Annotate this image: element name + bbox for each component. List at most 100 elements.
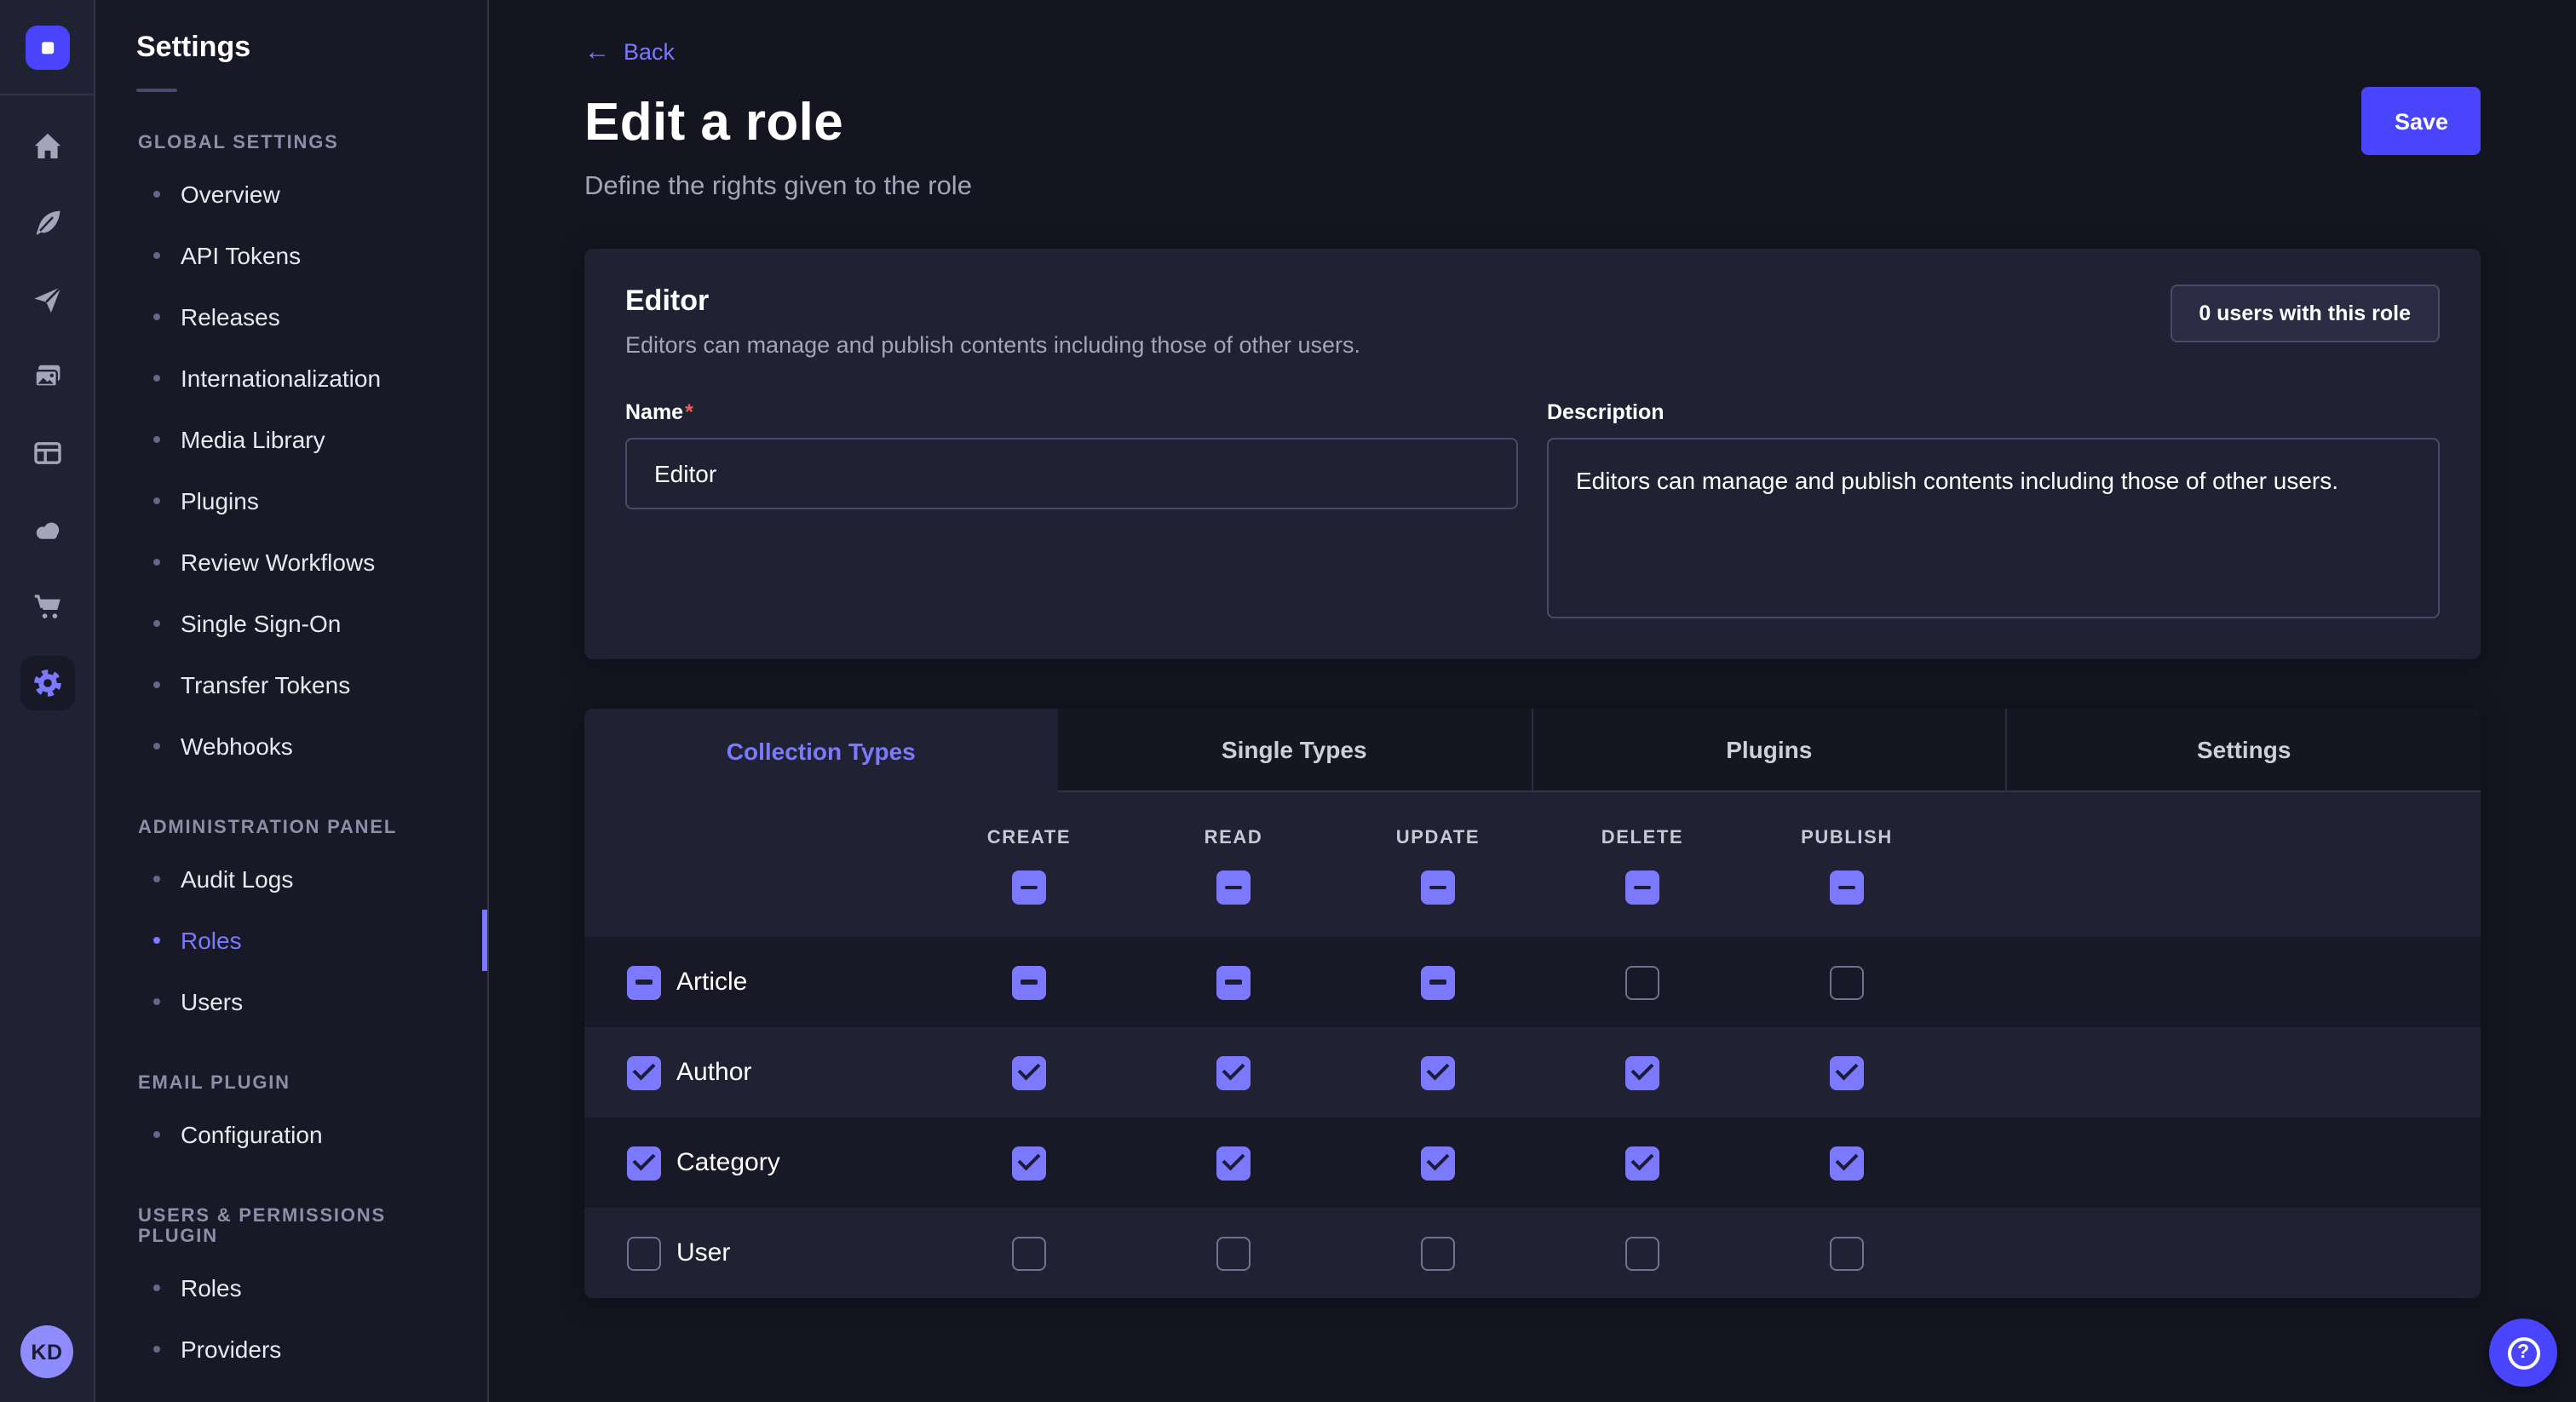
media-icon-button[interactable] bbox=[20, 349, 74, 404]
bullet-icon bbox=[153, 313, 160, 320]
user-update-checkbox[interactable] bbox=[1421, 1236, 1455, 1270]
author-update-checkbox[interactable] bbox=[1421, 1055, 1455, 1089]
row-label: Author bbox=[676, 1058, 751, 1087]
row-article-checkbox[interactable] bbox=[627, 965, 661, 999]
strapi-logo[interactable] bbox=[25, 26, 69, 70]
subnav-item-audit-logs[interactable]: Audit Logs bbox=[95, 848, 487, 910]
author-create-checkbox[interactable] bbox=[1012, 1055, 1046, 1089]
column-header-update: UPDATE bbox=[1396, 828, 1480, 848]
gear-icon-button[interactable] bbox=[20, 656, 74, 710]
author-read-checkbox[interactable] bbox=[1216, 1055, 1251, 1089]
subnav-item-plugins[interactable]: Plugins bbox=[95, 470, 487, 531]
save-button[interactable]: Save bbox=[2362, 87, 2481, 155]
layout-icon-button[interactable] bbox=[20, 426, 74, 480]
row-label: User bbox=[676, 1238, 730, 1267]
subnav-item-webhooks[interactable]: Webhooks bbox=[95, 715, 487, 777]
subnav-item-configuration[interactable]: Configuration bbox=[95, 1104, 487, 1165]
row-label: Article bbox=[676, 968, 747, 997]
permissions-table-header: CREATEREADUPDATEDELETEPUBLISH bbox=[584, 792, 2481, 937]
user-publish-checkbox[interactable] bbox=[1830, 1236, 1864, 1270]
tab-single-types[interactable]: Single Types bbox=[1058, 709, 1532, 792]
subnav-item-media-library[interactable]: Media Library bbox=[95, 409, 487, 470]
category-create-checkbox[interactable] bbox=[1012, 1146, 1046, 1180]
description-field-label: Description bbox=[1547, 400, 2440, 424]
subnav-item-review-workflows[interactable]: Review Workflows bbox=[95, 531, 487, 593]
select-all-create-checkbox[interactable] bbox=[1012, 871, 1046, 905]
rail-icons bbox=[20, 119, 74, 710]
name-field-label: Name* bbox=[625, 400, 1518, 424]
permissions-table-body: Article Author Category User bbox=[584, 937, 2481, 1298]
column-header-delete: DELETE bbox=[1601, 828, 1683, 848]
row-author-checkbox[interactable] bbox=[627, 1055, 661, 1089]
bullet-icon bbox=[153, 743, 160, 750]
feather-icon-button[interactable] bbox=[20, 196, 74, 250]
bullet-icon bbox=[153, 998, 160, 1005]
bullet-icon bbox=[153, 436, 160, 443]
subnav-item-providers[interactable]: Providers bbox=[95, 1319, 487, 1380]
role-details-card: Editor Editors can manage and publish co… bbox=[584, 249, 2481, 659]
users-with-role-button[interactable]: 0 users with this role bbox=[2170, 284, 2440, 342]
tab-plugins[interactable]: Plugins bbox=[1531, 709, 2006, 792]
subnav-item-single-sign-on[interactable]: Single Sign-On bbox=[95, 593, 487, 654]
subnav-item-api-tokens[interactable]: API Tokens bbox=[95, 225, 487, 286]
help-button[interactable]: ? bbox=[2489, 1319, 2557, 1387]
article-update-checkbox[interactable] bbox=[1421, 965, 1455, 999]
subnav-item-releases[interactable]: Releases bbox=[95, 286, 487, 348]
bullet-icon bbox=[153, 620, 160, 627]
permissions-card: Collection TypesSingle TypesPluginsSetti… bbox=[584, 709, 2481, 1298]
role-name-input[interactable] bbox=[625, 438, 1518, 509]
tab-settings[interactable]: Settings bbox=[2006, 709, 2481, 792]
bullet-icon bbox=[153, 252, 160, 259]
user-read-checkbox[interactable] bbox=[1216, 1236, 1251, 1270]
subnav-section-header-administration-panel: ADMINISTRATION PANEL bbox=[95, 777, 487, 848]
paper-plane-icon-button[interactable] bbox=[20, 273, 74, 327]
article-create-checkbox[interactable] bbox=[1012, 965, 1046, 999]
category-read-checkbox[interactable] bbox=[1216, 1146, 1251, 1180]
subnav-section-header-email-plugin: EMAIL PLUGIN bbox=[95, 1032, 487, 1104]
subnav-item-transfer-tokens[interactable]: Transfer Tokens bbox=[95, 654, 487, 715]
subnav-item-roles[interactable]: Roles bbox=[95, 1257, 487, 1319]
permissions-tabs: Collection TypesSingle TypesPluginsSetti… bbox=[584, 709, 2481, 792]
author-delete-checkbox[interactable] bbox=[1625, 1055, 1659, 1089]
select-all-update-checkbox[interactable] bbox=[1421, 871, 1455, 905]
select-all-read-checkbox[interactable] bbox=[1216, 871, 1251, 905]
user-create-checkbox[interactable] bbox=[1012, 1236, 1046, 1270]
bullet-icon bbox=[153, 375, 160, 382]
tab-collection-types[interactable]: Collection Types bbox=[584, 709, 1058, 792]
select-all-publish-checkbox[interactable] bbox=[1830, 871, 1864, 905]
cart-icon-button[interactable] bbox=[20, 579, 74, 634]
main-content: ← Back Edit a role Save Define the right… bbox=[489, 0, 2576, 1402]
subnav-item-internationalization[interactable]: Internationalization bbox=[95, 348, 487, 409]
required-asterisk: * bbox=[685, 400, 693, 424]
category-delete-checkbox[interactable] bbox=[1625, 1146, 1659, 1180]
author-publish-checkbox[interactable] bbox=[1830, 1055, 1864, 1089]
gear-icon bbox=[30, 666, 64, 700]
subnav-item-roles[interactable]: Roles bbox=[95, 910, 487, 971]
back-arrow-icon: ← bbox=[584, 39, 610, 65]
back-link[interactable]: ← Back bbox=[584, 39, 675, 65]
feather-icon bbox=[30, 206, 64, 240]
permission-row-category: Category bbox=[584, 1118, 2481, 1208]
article-publish-checkbox[interactable] bbox=[1830, 965, 1864, 999]
subnav-item-users[interactable]: Users bbox=[95, 971, 487, 1032]
article-read-checkbox[interactable] bbox=[1216, 965, 1251, 999]
article-delete-checkbox[interactable] bbox=[1625, 965, 1659, 999]
bullet-icon bbox=[153, 937, 160, 944]
permission-row-author: Author bbox=[584, 1027, 2481, 1118]
home-icon-button[interactable] bbox=[20, 119, 74, 174]
subnav-title: Settings bbox=[95, 31, 487, 65]
role-description-textarea[interactable]: Editors can manage and publish contents … bbox=[1547, 438, 2440, 618]
row-label: Category bbox=[676, 1148, 780, 1177]
page-title: Edit a role bbox=[584, 92, 843, 153]
subnav-item-overview[interactable]: Overview bbox=[95, 164, 487, 225]
category-update-checkbox[interactable] bbox=[1421, 1146, 1455, 1180]
row-user-checkbox[interactable] bbox=[627, 1236, 661, 1270]
user-avatar[interactable]: KD bbox=[20, 1325, 73, 1378]
cart-icon bbox=[30, 589, 64, 623]
cloud-icon-button[interactable] bbox=[20, 503, 74, 557]
user-delete-checkbox[interactable] bbox=[1625, 1236, 1659, 1270]
question-mark-icon: ? bbox=[2507, 1336, 2539, 1369]
category-publish-checkbox[interactable] bbox=[1830, 1146, 1864, 1180]
row-category-checkbox[interactable] bbox=[627, 1146, 661, 1180]
select-all-delete-checkbox[interactable] bbox=[1625, 871, 1659, 905]
